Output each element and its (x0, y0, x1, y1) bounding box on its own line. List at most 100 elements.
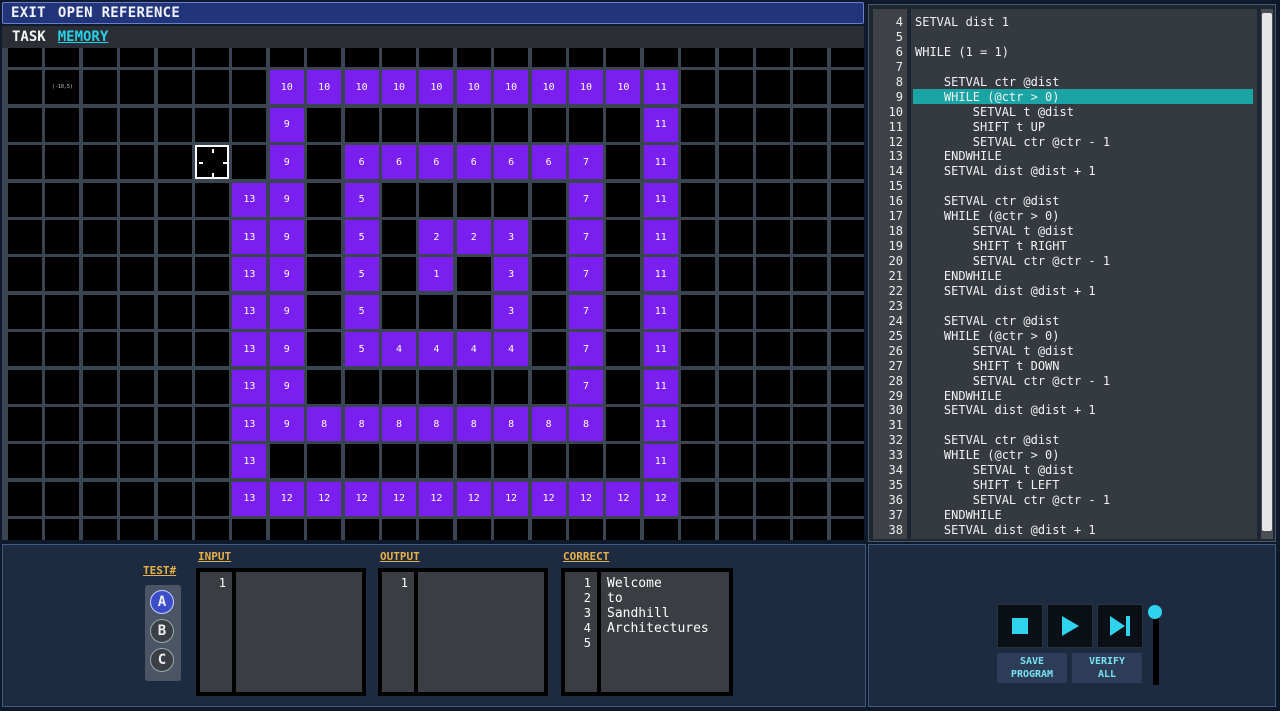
memory-cell (681, 407, 716, 441)
test-c-button[interactable]: C (150, 648, 174, 672)
code-line[interactable]: WHILE (1 = 1) (915, 45, 1009, 59)
memory-cell (82, 257, 117, 292)
memory-cell-value: 10 (307, 70, 342, 105)
memory-cell (830, 444, 864, 479)
memory-cell (606, 294, 641, 329)
code-line[interactable]: SHIFT t LEFT (915, 478, 1060, 492)
memory-cell (120, 48, 155, 67)
memory-cell (531, 519, 566, 540)
memory-cell (45, 145, 80, 180)
code-line[interactable]: SETVAL ctr @ctr - 1 (915, 254, 1110, 268)
memory-cell (756, 481, 790, 516)
test-label: TEST# (143, 564, 177, 577)
code-line[interactable]: SETVAL t @dist (915, 224, 1074, 238)
memory-cell (718, 48, 753, 67)
memory-cell (82, 220, 117, 254)
memory-cell (45, 481, 80, 516)
code-line[interactable]: SETVAL ctr @dist (915, 75, 1060, 89)
code-line[interactable]: WHILE (@ctr > 0) (915, 448, 1060, 462)
memory-cell (756, 257, 790, 292)
code-line[interactable]: SETVAL dist @dist + 1 (915, 164, 1096, 178)
code-line[interactable]: WHILE (@ctr > 0) (915, 209, 1060, 223)
memory-cell (830, 481, 864, 516)
memory-cell-value: 6 (344, 145, 379, 180)
code-line[interactable]: ENDWHILE (915, 508, 1002, 522)
save-program-button[interactable]: SAVE PROGRAM (997, 653, 1067, 683)
memory-cell-value: 6 (419, 145, 454, 180)
line-number: 30 (888, 403, 903, 418)
open-reference-menu[interactable]: OPEN REFERENCE (58, 5, 180, 21)
code-line[interactable]: SHIFT t UP (915, 120, 1045, 134)
code-line[interactable]: ENDWHILE (915, 149, 1002, 163)
memory-cell (382, 444, 416, 479)
code-line[interactable]: SETVAL dist 1 (915, 15, 1009, 29)
code-area[interactable]: SETVAL dist 1 WHILE (1 = 1) SETVAL ctr @d… (911, 9, 1257, 539)
test-b-button[interactable]: B (150, 619, 174, 643)
memory-cell (718, 369, 753, 404)
memory-cell (82, 519, 117, 540)
code-line[interactable]: SETVAL ctr @dist (915, 314, 1060, 328)
memory-cell (793, 332, 828, 367)
line-number: 12 (888, 134, 903, 149)
code-line[interactable]: SETVAL t @dist (915, 344, 1074, 358)
memory-cell (681, 444, 716, 479)
code-line[interactable]: SETVAL t @dist (915, 105, 1074, 119)
code-line[interactable]: ENDWHILE (915, 269, 1002, 283)
memory-cell-value: 13 (232, 332, 267, 367)
memory-cell-value: 6 (382, 145, 416, 180)
memory-cell (232, 70, 267, 105)
code-line[interactable]: SHIFT t DOWN (915, 359, 1060, 373)
memory-cell (756, 369, 790, 404)
editor-scrollbar[interactable] (1261, 9, 1273, 539)
memory-cell-value: 5 (344, 257, 379, 292)
step-button[interactable] (1097, 604, 1143, 648)
memory-cell-value: 6 (531, 145, 566, 180)
code-line[interactable]: SETVAL dist @dist + 1 (915, 523, 1096, 537)
test-a-button[interactable]: A (150, 590, 174, 614)
code-line[interactable]: SETVAL ctr @dist (915, 194, 1060, 208)
memory-cell (718, 481, 753, 516)
code-line[interactable]: ENDWHILE (915, 389, 1002, 403)
code-line[interactable]: SETVAL ctr @ctr - 1 (915, 493, 1110, 507)
memory-cell (232, 107, 267, 142)
memory-cell-value: 11 (643, 369, 678, 404)
code-line[interactable]: WHILE (@ctr > 0) (915, 90, 1060, 104)
speed-slider-track[interactable] (1153, 613, 1159, 685)
verify-all-button[interactable]: VERIFY ALL (1072, 653, 1142, 683)
tab-memory[interactable]: MEMORY (58, 29, 109, 45)
run-button[interactable] (1047, 604, 1093, 648)
code-line[interactable]: SETVAL t @dist (915, 463, 1074, 477)
memory-cell (120, 444, 155, 479)
memory-cell (419, 107, 454, 142)
memory-cell (793, 107, 828, 142)
exit-menu[interactable]: EXIT (11, 5, 46, 21)
memory-cell (195, 369, 229, 404)
memory-cell (456, 519, 491, 540)
code-line[interactable]: SHIFT t RIGHT (915, 239, 1067, 253)
editor-scroll-thumb[interactable] (1262, 13, 1272, 531)
line-number: 37 (888, 508, 903, 523)
memory-cell (157, 481, 192, 516)
line-number: 21 (888, 268, 903, 283)
speed-slider-knob[interactable] (1148, 605, 1162, 619)
memory-cell-value: 10 (382, 70, 416, 105)
tab-task[interactable]: TASK (12, 29, 46, 45)
code-line[interactable]: SETVAL ctr @ctr - 1 (915, 374, 1110, 388)
memory-cell (382, 294, 416, 329)
memory-cell (793, 519, 828, 540)
code-line[interactable]: SETVAL ctr @ctr - 1 (915, 135, 1110, 149)
code-line[interactable]: SETVAL dist @dist + 1 (915, 403, 1096, 417)
memory-cell-value: 11 (643, 444, 678, 479)
code-line[interactable]: SETVAL ctr @dist (915, 433, 1060, 447)
memory-cell (307, 220, 342, 254)
memory-grid[interactable]: (-10,5) 10 10 10 10 10 10 10 10 10 10 11 9 11 9 6 6 6 6 6 6 7… (2, 48, 864, 540)
input-box[interactable]: 1 (196, 568, 366, 696)
memory-cell (756, 294, 790, 329)
correct-box[interactable]: 12345 Welcome to Sandhill Architectures (561, 568, 733, 696)
code-line[interactable]: SETVAL dist @dist + 1 (915, 284, 1096, 298)
memory-cell (269, 519, 304, 540)
code-line[interactable]: WHILE (@ctr > 0) (915, 329, 1060, 343)
stop-button[interactable] (997, 604, 1043, 648)
output-box[interactable]: 1 (378, 568, 548, 696)
code-editor[interactable]: 4 5 6 7 8 9 10 11 12 13 14 15 16 17 18 19 20 21 22 23 24 25 26… (868, 4, 1276, 542)
